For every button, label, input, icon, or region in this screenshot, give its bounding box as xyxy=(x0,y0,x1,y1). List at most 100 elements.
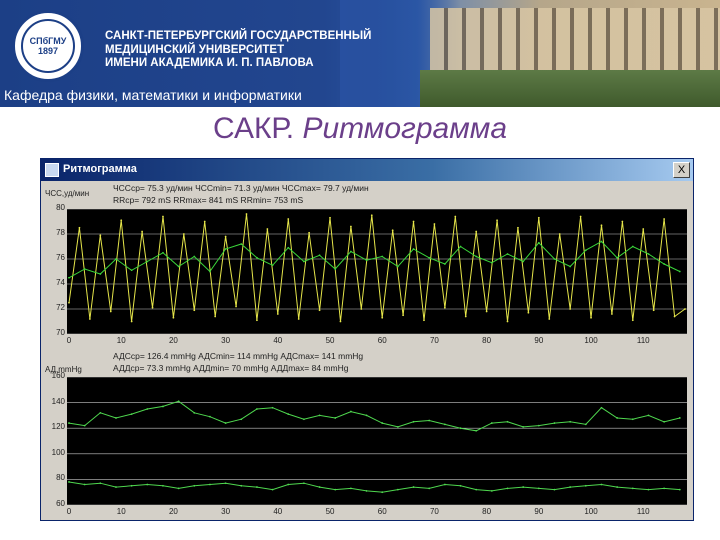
heart-rate-data-point xyxy=(485,310,488,313)
blood-pressure-x-tick-label: 70 xyxy=(429,507,439,516)
heart-rate-data-point xyxy=(334,268,337,270)
heart-rate-data-point xyxy=(673,315,676,318)
heart-rate-data-point xyxy=(537,241,540,244)
blood-pressure-data-point xyxy=(663,487,666,490)
blood-pressure-data-point xyxy=(553,488,556,491)
heart-rate-data-point xyxy=(433,223,436,225)
blood-pressure-y-tick-label: 160 xyxy=(51,371,65,380)
blood-pressure-data-point xyxy=(569,420,572,423)
blood-pressure-data-point xyxy=(443,483,446,486)
heart-rate-data-point xyxy=(99,234,102,237)
blood-pressure-data-point xyxy=(177,400,180,403)
blood-pressure-data-point xyxy=(396,426,399,428)
university-name-line: САНКТ-ПЕТЕРБУРГСКИЙ ГОСУДАРСТВЕННЫЙ xyxy=(105,30,372,42)
heart-rate-data-point xyxy=(527,311,530,314)
slide-title-italic: Ритмограмма xyxy=(302,112,508,145)
slide-title: САКР. Ритмограмма xyxy=(0,112,720,146)
heart-rate-data-point xyxy=(271,264,274,267)
blood-pressure-x-tick-label: 90 xyxy=(534,507,544,516)
blood-pressure-data-point xyxy=(256,408,258,410)
heart-rate-data-point xyxy=(240,243,243,245)
heart-rate-data-point xyxy=(506,320,509,323)
blood-pressure-data-point xyxy=(303,482,305,485)
heart-rate-data-point xyxy=(496,219,498,222)
blood-pressure-data-point xyxy=(584,423,587,426)
university-name-line: МЕДИЦИНСКИЙ УНИВЕРСИТЕТ xyxy=(105,43,285,56)
university-name: САНКТ-ПЕТЕРБУРГСКИЙ ГОСУДАРСТВЕННЫЙ МЕДИ… xyxy=(105,30,375,71)
heart-rate-data-point xyxy=(684,308,686,310)
blood-pressure-data-point xyxy=(381,422,384,424)
app-icon xyxy=(45,163,59,177)
blood-pressure-data-point xyxy=(459,427,462,430)
blood-pressure-data-point xyxy=(271,406,274,409)
heart-rate-x-tick-label: 80 xyxy=(482,336,492,345)
university-name-line: ИМЕНИ АКАДЕМИКА И. П. ПАВЛОВА xyxy=(105,57,314,69)
heart-rate-x-tick-label: 100 xyxy=(584,336,598,345)
heart-rate-data-point xyxy=(360,308,363,310)
heart-rate-data-point xyxy=(224,235,227,238)
blood-pressure-data-point xyxy=(365,490,368,492)
blood-pressure-data-point xyxy=(209,415,211,418)
heart-rate-data-point xyxy=(276,313,279,315)
blood-pressure-data-point xyxy=(490,422,493,424)
heart-rate-data-point xyxy=(141,230,143,233)
slide: СПбГМУ 1897 САНКТ-ПЕТЕРБУРГСКИЙ ГОСУДАРС… xyxy=(0,0,720,540)
blood-pressure-y-tick-label: 140 xyxy=(51,396,65,406)
blood-pressure-data-point xyxy=(647,488,650,491)
blood-pressure-x-tick-label: 110 xyxy=(636,507,650,516)
blood-pressure-x-tick-label: 10 xyxy=(116,507,126,516)
heart-rate-data-point xyxy=(381,255,384,258)
heart-rate-data-point xyxy=(631,245,634,248)
blood-pressure-data-point xyxy=(193,411,196,414)
heart-rate-data-point xyxy=(611,313,613,315)
heart-rate-data-point xyxy=(621,220,624,223)
heart-rate-data-point xyxy=(590,316,592,319)
blood-pressure-data-point xyxy=(271,488,274,491)
heart-rate-data-point xyxy=(224,248,227,250)
heart-rate-data-point xyxy=(428,256,431,259)
heart-rate-y-tick-label: 76 xyxy=(56,253,65,262)
blood-pressure-data-point xyxy=(224,422,227,424)
heart-rate-x-tick-label: 20 xyxy=(168,336,178,345)
blood-pressure-x-tick-label: 30 xyxy=(221,507,231,516)
blood-pressure-data-point xyxy=(537,487,540,490)
trees-photo xyxy=(420,70,720,107)
heart-rate-chart-plot xyxy=(67,209,687,334)
heart-rate-data-point xyxy=(68,276,70,279)
blood-pressure-data-point xyxy=(146,483,149,486)
heart-rate-data-point xyxy=(423,319,425,322)
blood-pressure-chart-plot xyxy=(67,377,687,505)
heart-rate-data-point xyxy=(130,320,133,323)
heart-rate-data-point xyxy=(349,250,352,253)
blood-pressure-data-point xyxy=(412,420,415,423)
blood-pressure-data-point xyxy=(130,413,133,416)
heart-rate-data-point xyxy=(579,215,582,218)
blood-pressure-data-point xyxy=(318,414,321,417)
heart-rate-data-point xyxy=(569,308,572,310)
bottom-chart-stats-line1: АДСср= 126.4 mmHg АДСmin= 114 mmHg АДСma… xyxy=(113,351,364,361)
heart-rate-x-tick-label: 30 xyxy=(221,336,231,345)
heart-rate-data-point xyxy=(297,318,300,320)
heart-rate-data-point xyxy=(214,315,217,318)
heart-rate-data-point xyxy=(162,215,164,218)
blood-pressure-data-point xyxy=(396,488,399,491)
heart-rate-data-point xyxy=(600,240,603,243)
window-titlebar[interactable]: Ритмограмма X xyxy=(41,159,693,181)
blood-pressure-data-point xyxy=(303,418,305,421)
blood-pressure-data-point xyxy=(506,487,509,490)
heart-rate-x-tick-label: 0 xyxy=(66,336,72,345)
heart-rate-series-line-1 xyxy=(68,213,686,322)
bottom-chart-stats-line2: АДДср= 73.3 mmHg АДДmin= 70 mmHg АДДmax=… xyxy=(113,363,349,373)
heart-rate-data-point xyxy=(209,270,211,273)
blood-pressure-x-tick-label: 60 xyxy=(377,507,387,516)
blood-pressure-data-point xyxy=(99,482,102,485)
close-button[interactable]: X xyxy=(673,162,690,178)
heart-rate-data-point xyxy=(266,228,269,230)
heart-rate-data-point xyxy=(235,305,237,308)
blood-pressure-data-point xyxy=(318,486,321,488)
heart-rate-data-point xyxy=(569,265,572,268)
heart-rate-data-point xyxy=(396,265,399,268)
heart-rate-data-point xyxy=(412,248,415,250)
heart-rate-data-point xyxy=(68,301,70,304)
department-name: Кафедра физики, математики и информатики xyxy=(4,87,302,103)
